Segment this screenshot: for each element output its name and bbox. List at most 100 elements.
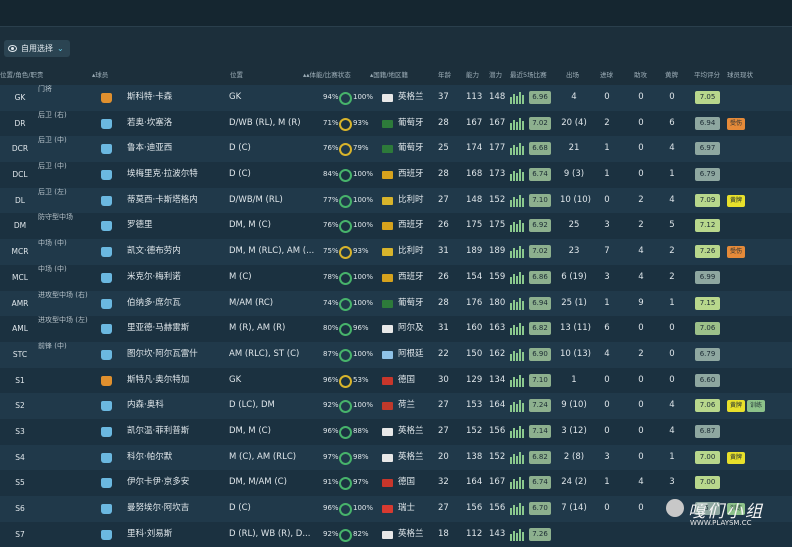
table-row[interactable]: S2 内森·奥科 D (LC), DM 92% 100% 荷兰 27 153 164 7.24 9 … (0, 393, 792, 419)
table-row[interactable]: STC 前锋 (中) 图尔坎·阿尔瓦雷什 AM (RLC), ST (C) 87% 100… (0, 341, 792, 368)
col-position[interactable]: 位置 (230, 69, 243, 79)
col-goals[interactable]: 进球 (600, 69, 613, 79)
col-pa[interactable]: 潜力 (489, 69, 502, 79)
form-rating-badge: 7.24 (529, 399, 551, 413)
form-bar (510, 199, 512, 207)
player-name[interactable]: 蒂莫西·卡斯塔格内 (127, 188, 198, 214)
player-name[interactable]: 凯尔温·菲利普斯 (127, 419, 189, 445)
yellow-cards: 3 (669, 477, 675, 488)
col-condition[interactable]: ▴▴体能/比赛状态 (303, 69, 351, 79)
col-yellow[interactable]: 黄牌 (665, 69, 678, 79)
form-bar (519, 477, 521, 490)
table-row[interactable]: S1 斯特凡·奥尔特加 GK 96% 53% 德国 30 129 134 7.10 1 0 0 0 6.60 (0, 367, 792, 394)
col-nation[interactable]: ▴国籍/地区籍 (370, 69, 408, 79)
table-row[interactable]: DM 防守型中场 罗德里 DM, M (C) 76% 100% 西班牙 26 175 175 6.9… (0, 213, 792, 240)
player-name[interactable]: 斯特凡·奥尔特加 (127, 368, 189, 394)
form-rating-badge: 6.92 (529, 219, 551, 233)
pos-label: AML (12, 324, 28, 334)
form-bar (513, 299, 515, 310)
form-bar (513, 248, 515, 259)
table-row[interactable]: GK 门将 斯科特·卡森 GK 94% 100% 英格兰 37 113 148 6.96 4 0 0 0 7.… (0, 85, 792, 111)
col-pos[interactable]: 位置/角色/职责 (0, 69, 43, 79)
form-rating-badge: 6.86 (529, 270, 551, 284)
match-fitness: 93% (353, 247, 369, 256)
current-ability: 129 (466, 374, 483, 385)
form-bar (519, 297, 521, 310)
table-row[interactable]: DR 后卫 (右) 若奥·坎塞洛 D/WB (RL), M (R) 71% 93% 葡萄牙 2… (0, 110, 792, 137)
assists: 0 (638, 400, 644, 411)
status-tag[interactable]: 黄牌 (727, 400, 746, 413)
col-assists[interactable]: 助攻 (634, 69, 647, 79)
table-row[interactable]: MCL 中场 (中) 米克尔·梅利诺 M (C) 78% 100% 西班牙 26 154 159 6… (0, 264, 792, 291)
form-bar (513, 196, 515, 207)
col-rating[interactable]: 平均评分 (694, 69, 720, 79)
pos-label: DCR (11, 144, 29, 154)
average-rating: 6.87 (695, 424, 720, 438)
player-name[interactable]: 鲁本·迪亚西 (127, 136, 172, 162)
form-bar (510, 482, 512, 490)
table-row[interactable]: S5 伊尔卡伊·京多安 DM, M/AM (C) 91% 97% 德国 32 164 167 6.… (0, 470, 792, 496)
table-row[interactable]: S4 科尔·帕尔默 M (C), AM (RLC) 97% 98% 英格兰 20 138 152… (0, 444, 792, 471)
player-name[interactable]: 里亚德·马赫雷斯 (127, 316, 189, 342)
player-name[interactable]: 图尔坎·阿尔瓦雷什 (127, 342, 198, 368)
table-row[interactable]: DCL 后卫 (中) 埃梅里克·拉波尔特 D (C) 84% 100% 西班牙 28 168 17… (0, 162, 792, 188)
status-tag[interactable]: 受伤 (727, 246, 746, 259)
player-name[interactable]: 伊尔卡伊·京多安 (127, 470, 189, 496)
status-tag[interactable]: 黄牌 (727, 451, 746, 464)
player-name[interactable]: 罗德里 (127, 213, 153, 239)
current-ability: 112 (466, 528, 483, 539)
table-row[interactable]: AMR 进攻型中场 (右) 伯纳多·席尔瓦 M/AM (RC) 74% 100% 葡萄牙 28… (0, 290, 792, 317)
col-player[interactable]: ▴球员 (92, 69, 108, 79)
form-bar (516, 404, 518, 413)
player-name[interactable]: 曼努埃尔·阿坎吉 (127, 496, 189, 522)
player-name[interactable]: 凯文·德布劳内 (127, 239, 181, 265)
status-tag[interactable]: 训练 (747, 400, 766, 413)
kit-icon (101, 529, 112, 540)
form-bar (513, 453, 515, 464)
condition-value: 71% (323, 118, 339, 127)
top-bar (0, 0, 792, 27)
flag-icon (382, 530, 393, 539)
form-rating-badge: 6.68 (529, 142, 551, 156)
goals: 3 (604, 451, 610, 462)
view-filter-button[interactable]: 自用选择 ⌄ (4, 40, 70, 57)
assists: 0 (638, 503, 644, 513)
potential-ability: 177 (489, 143, 506, 154)
current-ability: 154 (466, 271, 483, 282)
kit-icon (101, 401, 112, 412)
player-name[interactable]: 里科·刘易斯 (127, 522, 172, 547)
kit-icon (101, 93, 112, 103)
table-row[interactable]: AML 进攻型中场 (左) 里亚德·马赫雷斯 M (R), AM (R) 80% 96% 阿… (0, 316, 792, 342)
player-name[interactable]: 若奥·坎塞洛 (127, 111, 172, 137)
table-row[interactable]: DL 后卫 (左) 蒂莫西·卡斯塔格内 D/WB/M (RL) 77% 100% 比利时 27… (0, 187, 792, 214)
pos-label: S6 (15, 504, 25, 513)
status-tag[interactable]: 黄牌 (727, 194, 746, 207)
flag-icon (382, 325, 393, 334)
player-name[interactable]: 埃梅里克·拉波尔特 (127, 162, 198, 188)
age-value: 31 (438, 246, 449, 257)
status-tag[interactable]: 受伤 (727, 117, 746, 130)
form-bars-icon (510, 477, 526, 490)
player-name[interactable]: 伯纳多·席尔瓦 (127, 291, 181, 317)
form-bar (510, 302, 512, 310)
condition-value: 91% (323, 478, 339, 487)
player-position: D (C) (229, 143, 251, 154)
player-name[interactable]: 斯科特·卡森 (127, 85, 172, 111)
form-bar (513, 402, 515, 413)
form-bar (516, 301, 518, 310)
form-bar (510, 174, 512, 182)
table-row[interactable]: MCR 中场 (中) 凯文·德布劳内 DM, M (RLC), AM (... 75% 9… (0, 239, 792, 265)
age-value: 27 (438, 503, 449, 513)
col-apps[interactable]: 出场 (566, 69, 579, 79)
table-row[interactable]: S3 凯尔温·菲利普斯 DM, M (C) 96% 88% 英格兰 27 152 156 7.14… (0, 418, 792, 445)
col-ca[interactable]: 能力 (466, 69, 479, 79)
player-name[interactable]: 内森·奥科 (127, 393, 164, 419)
player-name[interactable]: 科尔·帕尔默 (127, 445, 172, 471)
average-rating: 6.99 (695, 270, 720, 284)
player-name[interactable]: 米克尔·梅利诺 (127, 265, 181, 291)
table-row[interactable]: DCR 后卫 (中) 鲁本·迪亚西 D (C) 76% 79% 葡萄牙 25 174 177 6.6… (0, 136, 792, 163)
col-status[interactable]: 球员现状 (727, 69, 753, 79)
col-form[interactable]: 最近5场比赛 (510, 69, 547, 79)
col-age[interactable]: 年龄 (438, 69, 451, 79)
average-rating: 7.06 (695, 399, 720, 413)
